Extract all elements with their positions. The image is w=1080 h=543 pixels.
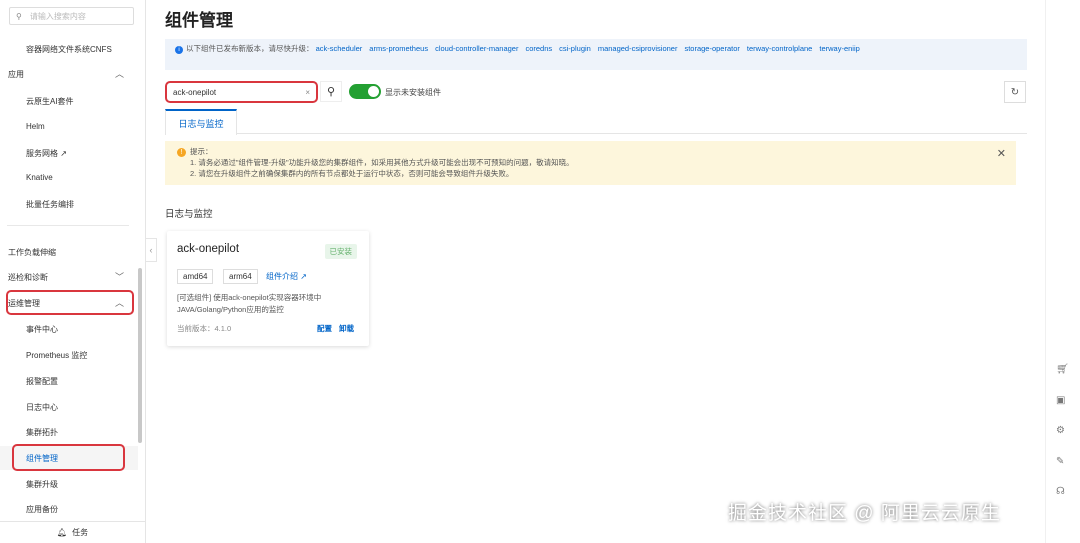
sidebar: ⚲ 请输入搜索内容 容器网络文件系统CNFS 应用 ︿ 云原生AI套件 Helm …	[0, 0, 146, 543]
tasks-button[interactable]: 🔔︎ 任务	[0, 521, 145, 543]
arch-tag: arm64	[223, 269, 258, 284]
clear-icon[interactable]: ×	[305, 88, 310, 97]
tip-line: 2. 请您在升级组件之前确保集群内的所有节点都处于运行中状态，否则可能会导致组件…	[190, 169, 514, 178]
component-link[interactable]: managed-csiprovisioner	[598, 44, 678, 53]
sidebar-item-helm[interactable]: Helm	[26, 122, 45, 131]
uninstall-button[interactable]: 卸载	[339, 323, 354, 334]
headset-icon[interactable]: ☊	[1056, 486, 1065, 497]
sidebar-item-backup[interactable]: 应用备份	[26, 504, 58, 515]
search-icon: ⚲	[326, 86, 336, 98]
sidebar-item-ai[interactable]: 云原生AI套件	[26, 96, 74, 107]
chevron-up-icon[interactable]: ︿	[115, 67, 124, 80]
sidebar-item-topology[interactable]: 集群拓扑	[26, 427, 58, 438]
tip-line: 1. 请务必通过"组件管理-升级"功能升级您的集群组件，如采用其他方式升级可能会…	[190, 158, 574, 167]
external-link-icon: ↗	[60, 149, 67, 158]
refresh-icon: ↻	[1010, 86, 1020, 98]
bell-icon: 🔔︎	[56, 528, 68, 537]
collapse-sidebar-button[interactable]: ‹	[146, 238, 157, 262]
highlight-box	[6, 290, 134, 315]
sidebar-group-diagnosis[interactable]: 巡检和诊断	[8, 272, 48, 283]
document-icon[interactable]: ▣	[1056, 395, 1065, 406]
chevron-down-icon[interactable]: ﹀	[115, 270, 124, 283]
component-version: 当前版本：4.1.0	[177, 324, 232, 333]
sidebar-item-alerts[interactable]: 报警配置	[26, 376, 58, 387]
component-link[interactable]: ack-scheduler	[316, 44, 363, 53]
info-icon: i	[175, 46, 183, 54]
tip-alert: ! 提示： 1. 请务必通过"组件管理-升级"功能升级您的集群组件，如采用其他方式…	[165, 141, 1016, 185]
sidebar-item-cnfs[interactable]: 容器网络文件系统CNFS	[26, 44, 112, 55]
tab-logging-monitoring[interactable]: 日志与监控	[165, 109, 237, 135]
tasks-label: 任务	[72, 528, 89, 537]
search-icon: ⚲	[16, 11, 22, 21]
sidebar-item-prometheus[interactable]: Prometheus 监控	[26, 350, 87, 361]
highlight-box	[12, 444, 125, 471]
status-badge: 已安装	[324, 244, 357, 259]
search-placeholder: 请输入搜索内容	[29, 11, 86, 21]
label: 服务网格	[26, 149, 58, 158]
external-link-icon: ↗	[300, 272, 307, 281]
watermark: 掘金技术社区 @ 阿里云云原生	[728, 503, 1001, 524]
component-description: [可选组件] 使用ack-onepilot实现容器环境中JAVA/Golang/…	[177, 293, 322, 314]
scrollbar[interactable]	[138, 268, 142, 443]
sidebar-item-events[interactable]: 事件中心	[26, 324, 58, 335]
component-name: ack-onepilot	[177, 243, 240, 255]
component-intro-link[interactable]: 组件介绍 ↗	[266, 271, 307, 282]
sidebar-group-apps[interactable]: 应用	[8, 69, 24, 80]
toggle-label: 显示未安装组件	[385, 88, 441, 97]
component-link[interactable]: arms-prometheus	[369, 44, 428, 53]
component-card: ack-onepilot 已安装 amd64 arm64 组件介绍 ↗ [可选组…	[167, 231, 369, 346]
component-link[interactable]: csi-plugin	[559, 44, 591, 53]
arch-tag: amd64	[177, 269, 214, 284]
sidebar-item-upgrade[interactable]: 集群升级	[26, 479, 58, 490]
edit-icon[interactable]: ✎	[1056, 456, 1064, 467]
tab-bar: 日志与监控	[165, 109, 1027, 135]
search-value: ack-onepilot	[173, 87, 217, 97]
cart-icon[interactable]: 🛒︎	[1056, 364, 1069, 375]
show-uninstalled-toggle[interactable]	[349, 84, 381, 99]
divider	[7, 225, 129, 226]
refresh-button[interactable]: ↻	[1004, 81, 1026, 103]
sidebar-search-input[interactable]: ⚲ 请输入搜索内容	[9, 7, 134, 25]
close-icon[interactable]: ✕	[997, 149, 1006, 160]
notice-text: 以下组件已发布新版本，请尽快升级：	[186, 44, 314, 53]
sidebar-item-logs[interactable]: 日志中心	[26, 402, 58, 413]
section-title: 日志与监控	[165, 209, 213, 220]
configure-button[interactable]: 配置	[317, 323, 332, 334]
page-title: 组件管理	[165, 11, 233, 30]
sidebar-item-batch[interactable]: 批量任务编排	[26, 199, 74, 210]
component-link[interactable]: terway-controlplane	[747, 44, 812, 53]
gear-icon[interactable]: ⚙	[1056, 425, 1065, 436]
sidebar-item-knative[interactable]: Knative	[26, 173, 53, 182]
component-link[interactable]: coredns	[525, 44, 552, 53]
search-button[interactable]: ⚲	[320, 81, 342, 102]
component-link[interactable]: storage-operator	[684, 44, 739, 53]
component-link[interactable]: cloud-controller-manager	[435, 44, 518, 53]
upgrade-notice: i 以下组件已发布新版本，请尽快升级： ack-scheduler arms-pro…	[165, 39, 1027, 70]
warning-icon: !	[177, 148, 186, 157]
sidebar-group-scaling[interactable]: 工作负载伸缩	[8, 247, 56, 258]
component-link[interactable]: terway-eniip	[819, 44, 859, 53]
component-search-input[interactable]: ack-onepilot ×	[165, 81, 318, 103]
intro-label: 组件介绍	[266, 272, 298, 281]
tip-title: 提示：	[190, 147, 213, 156]
sidebar-item-mesh[interactable]: 服务网格 ↗	[26, 148, 67, 159]
